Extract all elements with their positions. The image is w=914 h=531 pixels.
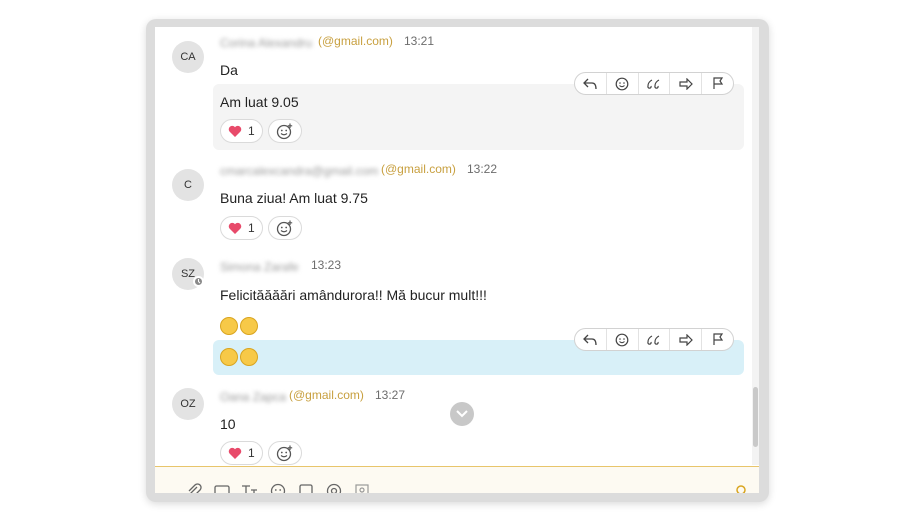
sender-name[interactable]: Corina Alexandru	[220, 36, 312, 50]
sender-name[interactable]: Oana Zapca	[220, 390, 286, 404]
add-reaction-button[interactable]	[268, 441, 302, 465]
file-icon	[299, 484, 313, 493]
message-time: 13:27	[375, 388, 406, 402]
forward-icon	[679, 77, 693, 90]
message-text: Felicităăăări amândurora!! Mă bucur mult…	[220, 287, 487, 303]
reaction-count: 1	[248, 221, 255, 235]
gif-button[interactable]	[213, 482, 231, 493]
reply-icon	[583, 334, 598, 345]
chat-window: CA Corina Alexandru (@gmail.com) 13:21 D…	[155, 27, 759, 493]
message-actions-toolbar	[574, 72, 734, 95]
message-time: 13:21	[404, 34, 435, 48]
react-button[interactable]	[607, 73, 639, 94]
clock-icon-glyph	[198, 279, 201, 284]
reply-icon	[583, 78, 598, 89]
mention-icon	[326, 483, 342, 493]
flag-button[interactable]	[702, 73, 733, 94]
reply-button[interactable]	[575, 329, 607, 350]
sender-name[interactable]: cmarcalexcandra@gmail.com	[220, 164, 378, 178]
contact-button[interactable]	[353, 482, 371, 493]
gif-icon	[214, 485, 230, 493]
react-icon	[615, 77, 629, 90]
file-button[interactable]	[297, 482, 315, 493]
flag-button[interactable]	[702, 329, 733, 350]
add-emoji-icon	[276, 220, 293, 237]
chevron-down-icon	[456, 410, 468, 418]
mention-button[interactable]	[325, 482, 343, 493]
text-format-icon	[242, 485, 257, 493]
contact-icon	[355, 484, 369, 493]
send-icon	[736, 485, 746, 493]
avatar[interactable]: C	[172, 169, 204, 201]
reaction-heart[interactable]: 1	[220, 119, 263, 143]
add-reaction-button[interactable]	[268, 216, 302, 240]
add-emoji-icon	[276, 445, 293, 462]
star-struck-emoji-icon	[240, 348, 258, 366]
message-text: Da	[220, 62, 238, 78]
react-icon	[615, 333, 629, 346]
heart-icon	[228, 447, 242, 459]
flag-icon	[712, 333, 723, 345]
sender-email: (@gmail.com)	[381, 162, 456, 176]
quote-button[interactable]	[639, 329, 671, 350]
scroll-to-bottom-button[interactable]	[450, 402, 474, 426]
reply-button[interactable]	[575, 73, 607, 94]
emoji-icon	[270, 483, 286, 493]
sender-email: (@gmail.com)	[289, 388, 364, 402]
message-text: 10	[220, 416, 236, 432]
forward-button[interactable]	[670, 73, 703, 94]
message-text: Am luat 9.05	[220, 94, 299, 110]
sender-email: (@gmail.com)	[318, 34, 393, 48]
reaction-heart[interactable]: 1	[220, 441, 263, 465]
text-format-button[interactable]	[241, 482, 259, 493]
scrollbar-thumb[interactable]	[753, 387, 758, 447]
quote-button[interactable]	[639, 73, 671, 94]
quote-icon	[647, 334, 660, 345]
message-actions-toolbar	[574, 328, 734, 351]
heart-icon	[228, 222, 242, 234]
avatar[interactable]: CA	[172, 41, 204, 73]
avatar-initials: C	[184, 179, 192, 191]
star-struck-emoji-icon	[220, 348, 238, 366]
reaction-count: 1	[248, 446, 255, 460]
reaction-count: 1	[248, 124, 255, 138]
forward-button[interactable]	[670, 329, 703, 350]
reaction-heart[interactable]: 1	[220, 216, 263, 240]
quote-icon	[647, 78, 660, 89]
hugging-emoji-icon	[220, 317, 238, 335]
add-emoji-icon	[276, 123, 293, 140]
add-reaction-button[interactable]	[268, 119, 302, 143]
emoji-button[interactable]	[269, 482, 287, 493]
send-button[interactable]	[733, 482, 751, 493]
attach-icon	[188, 483, 202, 493]
forward-icon	[679, 333, 693, 346]
hugging-emoji-icon	[240, 317, 258, 335]
attach-button[interactable]	[185, 482, 203, 493]
avatar[interactable]: OZ	[172, 388, 204, 420]
sender-name[interactable]: Simona Zarafe	[220, 260, 299, 274]
react-button[interactable]	[607, 329, 639, 350]
app-frame: CA Corina Alexandru (@gmail.com) 13:21 D…	[146, 19, 769, 502]
clock-icon	[193, 276, 204, 287]
message-text: Buna ziua! Am luat 9.75	[220, 190, 368, 206]
avatar-initials: OZ	[180, 398, 196, 410]
flag-icon	[712, 77, 723, 89]
message-time: 13:23	[311, 258, 342, 272]
avatar-initials: CA	[180, 51, 196, 63]
message-time: 13:22	[467, 162, 498, 176]
heart-icon	[228, 125, 242, 137]
